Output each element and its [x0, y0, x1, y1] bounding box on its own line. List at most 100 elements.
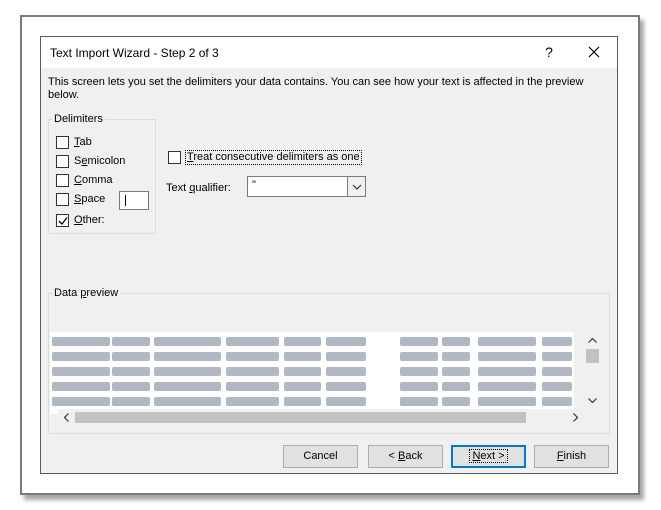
- comma-label: Comma: [74, 174, 113, 186]
- dropdown-arrow-button[interactable]: [347, 177, 365, 196]
- cancel-button-label: Cancel: [303, 450, 338, 462]
- preview-cell: [226, 382, 279, 391]
- preview-cell: [112, 337, 150, 346]
- data-preview-legend: Data preview: [52, 287, 121, 300]
- preview-cell: [112, 367, 150, 376]
- chevron-left-icon: [64, 413, 69, 422]
- preview-cell: [284, 367, 321, 376]
- chevron-up-icon: [588, 338, 597, 343]
- scroll-up-button[interactable]: [584, 332, 601, 349]
- preview-cell: [542, 337, 572, 346]
- horizontal-scrollbar[interactable]: [58, 409, 584, 425]
- preview-cell: [154, 352, 221, 361]
- data-preview-grid[interactable]: [50, 332, 574, 414]
- preview-cell: [542, 382, 572, 391]
- preview-cell: [326, 367, 366, 376]
- preview-cell: [284, 382, 321, 391]
- preview-cell: [400, 337, 438, 346]
- preview-cell: [326, 337, 366, 346]
- preview-cell: [284, 397, 321, 406]
- dialog-title: Text Import Wizard - Step 2 of 3: [50, 46, 219, 60]
- vertical-scrollbar[interactable]: [584, 332, 601, 409]
- text-qualifier-value: ": [252, 179, 256, 191]
- preview-cell: [226, 352, 279, 361]
- preview-cell: [542, 352, 572, 361]
- preview-cell: [284, 352, 321, 361]
- preview-cell: [154, 367, 221, 376]
- close-button[interactable]: [579, 40, 609, 64]
- help-button[interactable]: ?: [537, 40, 561, 64]
- preview-cell: [284, 337, 321, 346]
- preview-cell: [478, 367, 536, 376]
- description-text: This screen lets you set the delimiters …: [48, 76, 584, 101]
- preview-cell: [154, 337, 221, 346]
- preview-cell: [154, 397, 221, 406]
- delimiters-legend: Delimiters: [52, 113, 105, 126]
- title-bar: Text Import Wizard - Step 2 of 3 ?: [41, 37, 617, 68]
- text-qualifier-label: Text qualifier:: [166, 182, 231, 194]
- scroll-right-button[interactable]: [567, 409, 584, 425]
- text-qualifier-select[interactable]: ": [247, 176, 366, 197]
- next-button[interactable]: Next >: [451, 445, 526, 468]
- preview-cell: [442, 397, 470, 406]
- preview-cell: [542, 397, 572, 406]
- preview-cell: [112, 352, 150, 361]
- finish-button-label: Finish: [556, 450, 587, 462]
- preview-cell: [478, 352, 536, 361]
- text-import-wizard-dialog: Text Import Wizard - Step 2 of 3 ? This …: [40, 36, 618, 474]
- preview-cell: [478, 382, 536, 391]
- cancel-button[interactable]: Cancel: [283, 445, 358, 468]
- tab-label: Tab: [74, 136, 92, 148]
- preview-cell: [52, 397, 110, 406]
- back-button-label: < Back: [388, 450, 423, 462]
- chevron-right-icon: [573, 413, 578, 422]
- preview-cell: [478, 397, 536, 406]
- preview-cell: [112, 382, 150, 391]
- delimiters-group: Delimiters Tab Semicolon Comma Space Oth…: [48, 113, 156, 234]
- checkmark-icon: [58, 217, 68, 225]
- tab-checkbox[interactable]: [56, 136, 69, 149]
- scroll-down-button[interactable]: [584, 392, 601, 409]
- back-button[interactable]: < Back: [368, 445, 443, 468]
- preview-cell: [52, 352, 110, 361]
- chevron-down-icon: [352, 184, 362, 190]
- semicolon-label: Semicolon: [74, 155, 126, 167]
- preview-cell: [478, 337, 536, 346]
- preview-cell: [400, 367, 438, 376]
- scroll-left-button[interactable]: [58, 409, 75, 425]
- other-delimiter-input[interactable]: [119, 191, 149, 210]
- preview-cell: [442, 367, 470, 376]
- preview-cell: [226, 337, 279, 346]
- close-icon: [588, 46, 600, 58]
- preview-cell: [226, 397, 279, 406]
- finish-button[interactable]: Finish: [534, 445, 609, 468]
- semicolon-checkbox[interactable]: [56, 155, 69, 168]
- preview-cell: [400, 382, 438, 391]
- preview-cell: [542, 367, 572, 376]
- comma-checkbox[interactable]: [56, 174, 69, 187]
- preview-cell: [154, 382, 221, 391]
- text-caret: [125, 195, 126, 206]
- consecutive-delimiters-label: Treat consecutive delimiters as one: [185, 150, 362, 165]
- preview-cell: [52, 382, 110, 391]
- other-checkbox[interactable]: [56, 214, 69, 227]
- consecutive-delimiters-checkbox[interactable]: [168, 151, 181, 164]
- preview-cell: [326, 397, 366, 406]
- preview-cell: [52, 337, 110, 346]
- preview-cell: [226, 367, 279, 376]
- vertical-scroll-thumb[interactable]: [586, 349, 599, 363]
- preview-cell: [52, 367, 110, 376]
- next-button-label: Next >: [469, 449, 508, 463]
- space-label: Space: [74, 193, 106, 205]
- preview-cell: [326, 382, 366, 391]
- preview-cell: [400, 352, 438, 361]
- preview-cell: [400, 397, 438, 406]
- preview-cell: [442, 337, 470, 346]
- other-label: Other:: [74, 214, 105, 226]
- chevron-down-icon: [588, 398, 597, 403]
- space-checkbox[interactable]: [56, 193, 69, 206]
- horizontal-scroll-thumb[interactable]: [75, 412, 526, 423]
- preview-cell: [112, 397, 150, 406]
- preview-cell: [442, 352, 470, 361]
- preview-cell: [442, 382, 470, 391]
